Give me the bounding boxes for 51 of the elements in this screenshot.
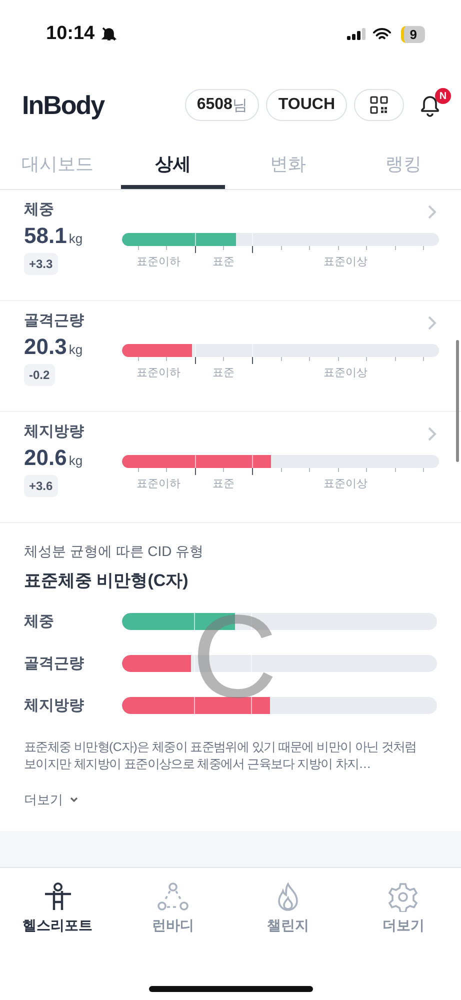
muted-bell-icon	[100, 26, 117, 42]
metric-name: 체지방량	[24, 422, 84, 441]
scale-label: 표준이하	[135, 255, 182, 269]
more-button[interactable]: 더보기	[24, 791, 79, 809]
scale-label: 표준이상	[322, 255, 368, 269]
user-button[interactable]: 6508님	[184, 89, 260, 121]
chevron-down-icon	[69, 796, 79, 804]
logo: InBody	[22, 90, 104, 120]
change-badge: +3.6	[24, 475, 58, 497]
notification-badge: N	[435, 88, 451, 104]
status-time: 10:14	[46, 23, 95, 45]
scale-label: 표준이하	[135, 477, 182, 491]
cid-title: 표준체중 비만형(C자)	[24, 570, 190, 592]
chevron-right-icon[interactable]	[427, 315, 437, 331]
bar-label: 골격근량	[24, 654, 85, 673]
nav-item[interactable]: 더보기	[346, 882, 461, 957]
metric-name: 골격근량	[24, 311, 84, 330]
scale-label: 표준이상	[322, 477, 368, 491]
cid-description: 표준체중 비만형(C자)은 체중이 표준범위에 있기 때문에 비만이 아닌 것처럼 보이지만 체지방이 표준이상으로 체중에서 근육보다 지방이 차지…	[24, 739, 418, 773]
scale-label: 표준이상	[322, 366, 368, 380]
signal-icon	[346, 28, 367, 40]
metric-value: 20.6 kg	[24, 445, 83, 471]
bar-label: 체지방량	[24, 696, 85, 715]
nav-item[interactable]: 헬스리포트	[0, 882, 116, 957]
change-badge: +3.3	[24, 253, 58, 275]
qr-button[interactable]	[354, 89, 404, 121]
scale-label: 표준	[211, 477, 236, 491]
cid-letter: C	[192, 598, 278, 716]
nav-item[interactable]: 챌린지	[230, 882, 346, 957]
chevron-right-icon[interactable]	[427, 426, 437, 442]
scale-label: 표준이하	[135, 366, 182, 380]
qr-code-icon	[370, 96, 388, 114]
tab[interactable]: 대시보드	[6, 142, 110, 189]
metric-value: 20.3 kg	[24, 334, 83, 360]
touch-button[interactable]: TOUCH	[266, 89, 347, 121]
settings-icon	[387, 882, 420, 912]
bar-label: 체중	[24, 612, 55, 631]
three-circles-icon	[156, 882, 189, 912]
change-badge: -0.2	[24, 364, 55, 386]
metric-value: 58.1 kg	[24, 223, 83, 249]
scale-label: 표준	[211, 255, 236, 269]
metric-name: 체중	[24, 200, 54, 219]
wifi-icon	[372, 28, 391, 40]
cid-subtitle: 체성분 균형에 따른 CID 유형	[24, 543, 205, 561]
tab[interactable]: 변화	[236, 142, 340, 189]
chevron-right-icon[interactable]	[427, 204, 437, 220]
scale-label: 표준	[211, 366, 236, 380]
nav-item[interactable]: 런바디	[115, 882, 230, 957]
tab[interactable]: 랭킹	[352, 142, 455, 189]
battery-icon: 9	[400, 26, 425, 42]
tab[interactable]: 상세	[121, 142, 224, 189]
